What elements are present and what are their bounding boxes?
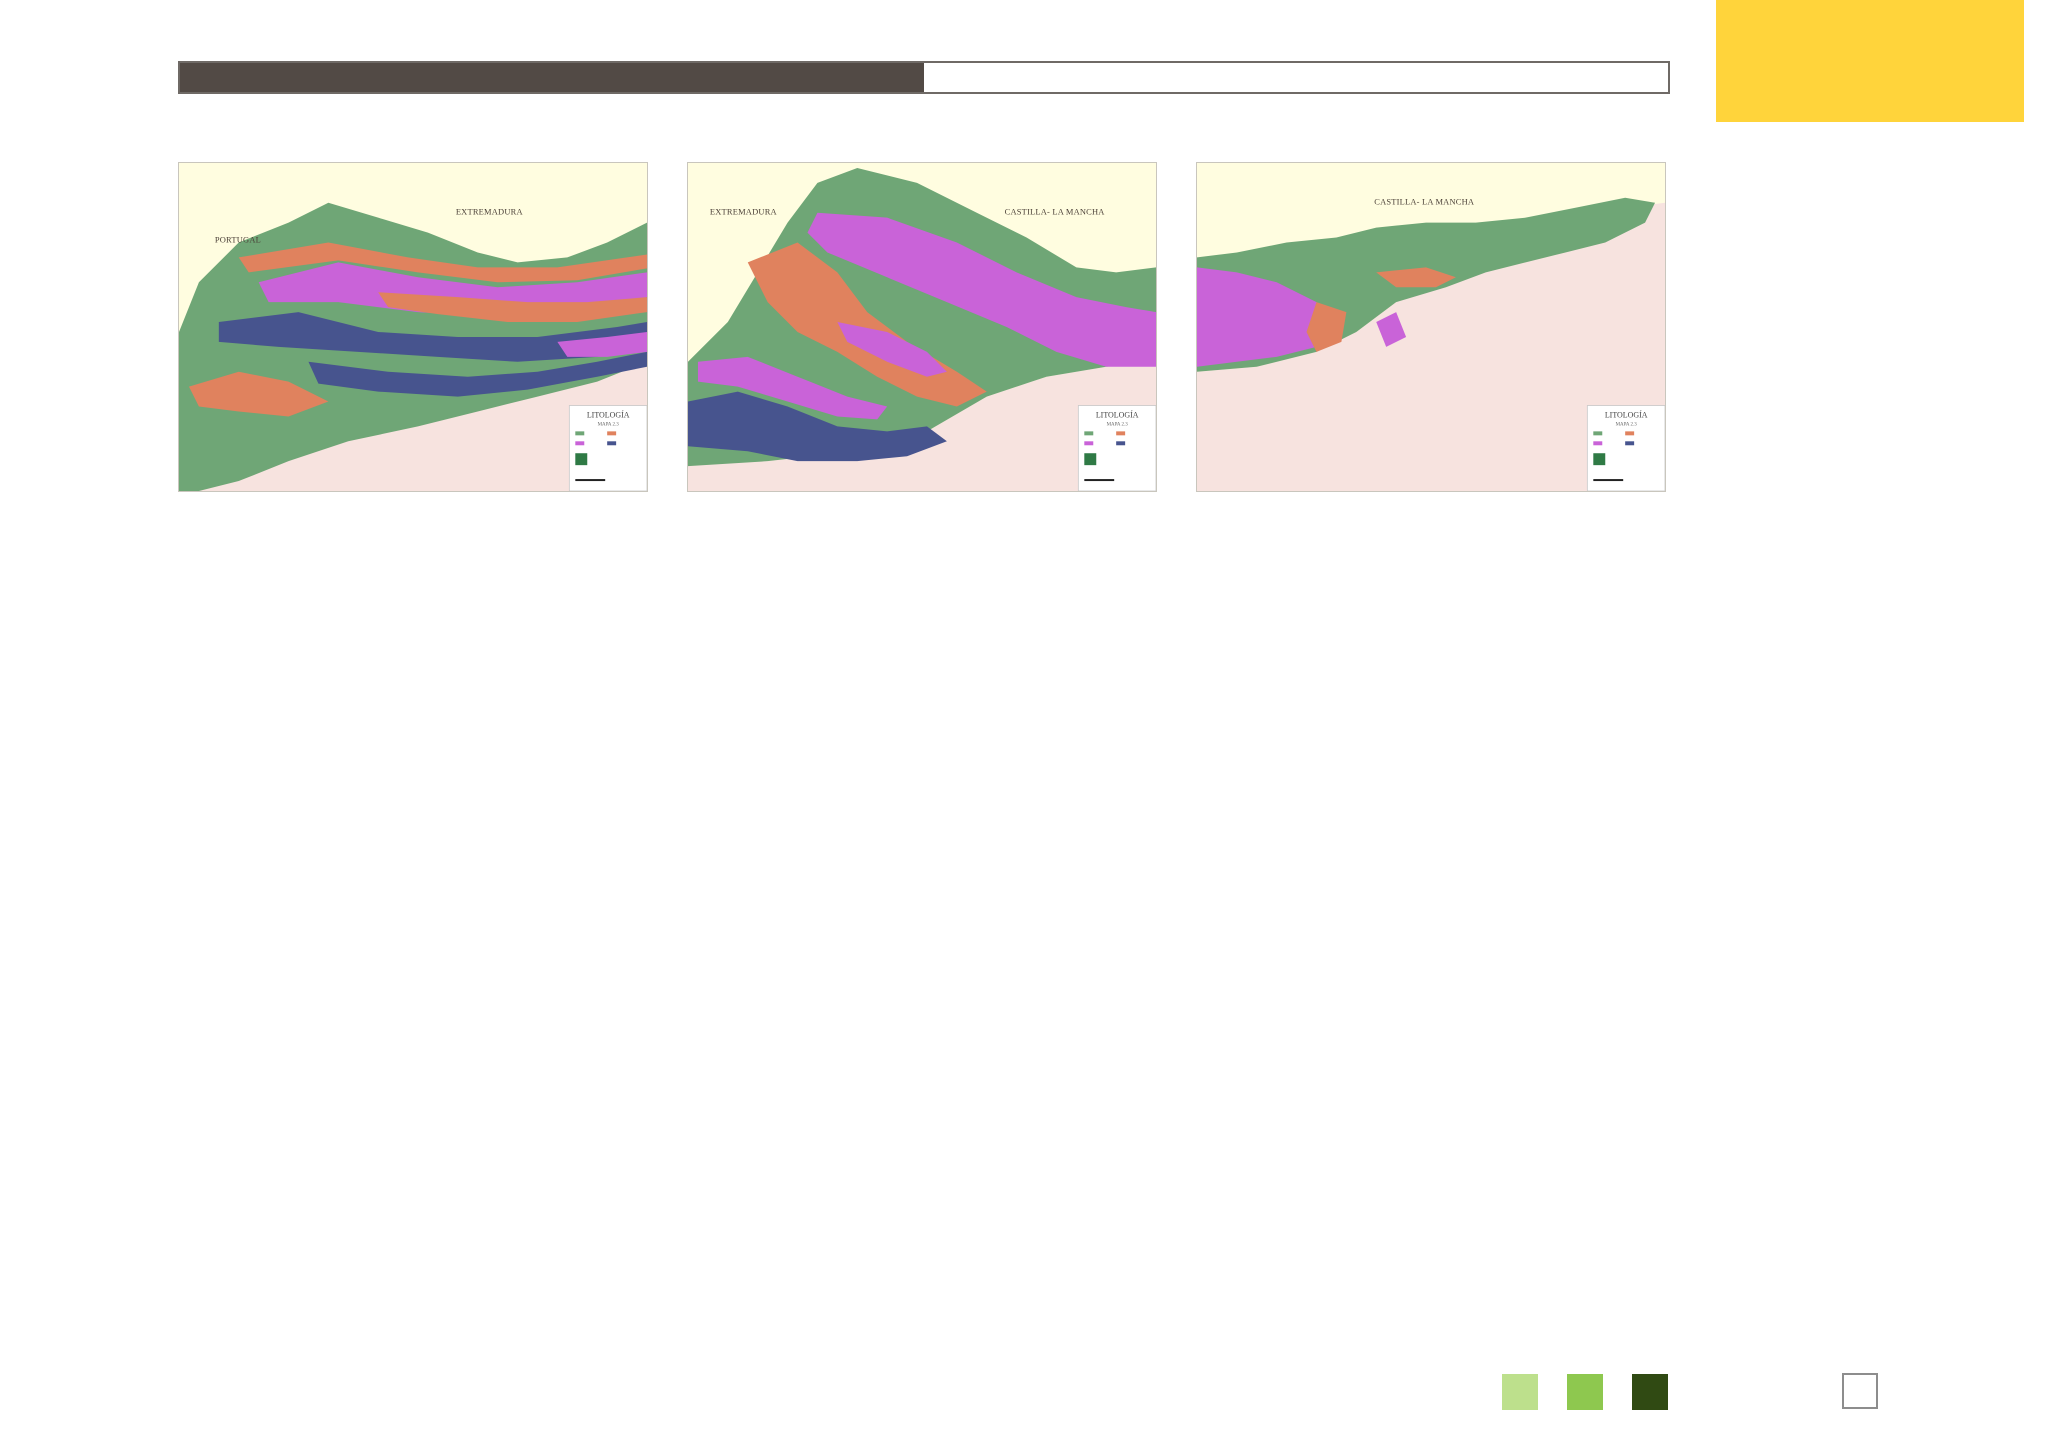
lithology-map-center: LITOLOGÍA MAPA 2.3 EXTREMADURA CASTILLA-… — [687, 162, 1157, 492]
legend-subtitle: MAPA 2.3 — [1616, 422, 1638, 427]
page-number-box — [1842, 1373, 1878, 1409]
legend-title: LITOLOGÍA — [1096, 409, 1139, 419]
region-label: CASTILLA- LA MANCHA — [1374, 197, 1475, 207]
region-label: EXTREMADURA — [710, 207, 778, 217]
color-swatch-light — [1502, 1374, 1538, 1410]
legend-title: LITOLOGÍA — [1605, 409, 1648, 419]
region-label: PORTUGAL — [215, 235, 261, 245]
legend-subtitle: MAPA 2.3 — [1107, 422, 1129, 427]
header-progress-bar — [178, 61, 1670, 94]
color-swatch-dark — [1632, 1374, 1668, 1410]
region-label: EXTREMADURA — [456, 207, 524, 217]
legend-title: LITOLOGÍA — [587, 409, 630, 419]
section-tab — [1716, 0, 2024, 122]
header-progress-fill — [180, 63, 924, 92]
region-label: CASTILLA- LA MANCHA — [1005, 207, 1106, 217]
legend-subtitle: MAPA 2.3 — [598, 422, 620, 427]
lithology-map-east: LITOLOGÍA MAPA 2.3 CASTILLA- LA MANCHA — [1196, 162, 1666, 492]
lithology-map-west: LITOLOGÍA MAPA 2.3 EXTREMADURA PORTUGAL — [178, 162, 648, 492]
color-swatch-mid — [1567, 1374, 1603, 1410]
